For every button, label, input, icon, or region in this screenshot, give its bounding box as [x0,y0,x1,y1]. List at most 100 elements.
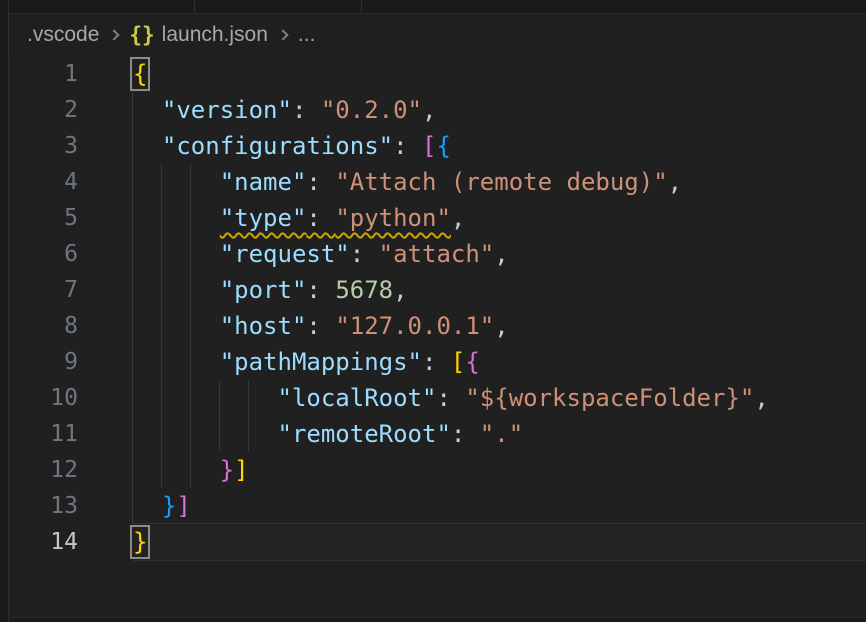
line-content[interactable]: "version": "0.2.0", [133,92,866,128]
code-token: : [306,312,335,340]
code-token: [ [422,132,436,160]
line-content[interactable]: "name": "Attach (remote debug)", [133,164,866,200]
code-line-11[interactable]: 11 "remoteRoot": "." [0,416,866,452]
code-token: , [451,204,465,232]
code-token [133,492,162,520]
code-line-6[interactable]: 6 "request": "attach", [0,236,866,272]
breadcrumb-item-vscode[interactable]: .vscode [27,23,99,47]
code-token: , [668,168,682,196]
line-number[interactable]: 3 [0,128,78,164]
editor[interactable]: 1{2 "version": "0.2.0",3 "configurations… [0,56,866,560]
indent-guide [132,164,133,200]
indent-guide [219,416,220,452]
code-token [133,204,220,232]
code-line-14[interactable]: 14} [0,524,866,560]
line-content[interactable]: "host": "127.0.0.1", [133,308,866,344]
code-token: "pathMappings" [220,348,422,376]
code-token: , [422,96,436,124]
code-token: , [393,276,407,304]
code-line-12[interactable]: 12 }] [0,452,866,488]
indent-guide [132,272,133,308]
line-content[interactable]: } [133,524,866,560]
code-line-10[interactable]: 10 "localRoot": "${workspaceFolder}", [0,380,866,416]
code-token: , [754,384,768,412]
line-number[interactable]: 4 [0,164,78,200]
code-token: { [465,348,479,376]
line-number[interactable]: 9 [0,344,78,380]
indent-guide [161,308,162,344]
line-content[interactable]: "port": 5678, [133,272,866,308]
line-number[interactable]: 6 [0,236,78,272]
code-line-9[interactable]: 9 "pathMappings": [{ [0,344,866,380]
line-number[interactable]: 13 [0,488,78,524]
line-content[interactable]: "request": "attach", [133,236,866,272]
chevron-right-icon [277,29,288,40]
code-token: : [451,420,480,448]
line-number[interactable]: 1 [0,56,78,92]
code-token: 5678 [335,276,393,304]
code-token: "request" [220,240,350,268]
code-token [133,456,220,484]
code-token: : [306,168,335,196]
code-line-2[interactable]: 2 "version": "0.2.0", [0,92,866,128]
indent-guide [190,236,191,272]
line-number[interactable]: 14 [0,524,78,560]
indent-guide [132,200,133,236]
code-token: ] [176,492,190,520]
line-content[interactable]: { [133,56,866,92]
code-line-8[interactable]: 8 "host": "127.0.0.1", [0,308,866,344]
line-content[interactable]: }] [133,488,866,524]
breadcrumb-item-symbols[interactable]: ... [298,23,316,47]
code-line-1[interactable]: 1{ [0,56,866,92]
line-number[interactable]: 10 [0,380,78,416]
indent-guide [161,164,162,200]
code-token [133,96,162,124]
line-number[interactable]: 5 [0,200,78,236]
code-token: "remoteRoot" [278,420,451,448]
code-token: : [350,240,379,268]
line-number[interactable]: 12 [0,452,78,488]
code-token: "host" [220,312,307,340]
line-number[interactable]: 11 [0,416,78,452]
code-line-5[interactable]: 5 "type": "python", [0,200,866,236]
line-content[interactable]: "pathMappings": [{ [133,344,866,380]
tab-separator [194,0,195,13]
window-bottom-edge [0,617,866,622]
line-content[interactable]: "localRoot": "${workspaceFolder}", [133,380,866,416]
line-number[interactable]: 7 [0,272,78,308]
line-number[interactable]: 8 [0,308,78,344]
code-token: "0.2.0" [321,96,422,124]
code-line-13[interactable]: 13 }] [0,488,866,524]
tab-bar[interactable] [0,0,866,14]
indent-guide [219,380,220,416]
indent-guide [190,452,191,488]
code-token [133,132,162,160]
indent-guide [132,488,133,524]
line-content[interactable]: "remoteRoot": "." [133,416,866,452]
code-token: : [436,384,465,412]
indent-guide [132,92,133,128]
indent-guide [248,380,249,416]
line-number[interactable]: 2 [0,92,78,128]
code-token: "configurations" [162,132,393,160]
indent-guide [190,344,191,380]
breadcrumb: .vscode {} launch.json ... [0,14,866,56]
code-token: : [393,132,422,160]
line-content[interactable]: "type": "python", [133,200,866,236]
code-line-3[interactable]: 3 "configurations": [{ [0,128,866,164]
indent-guide [132,380,133,416]
code-token: "Attach (remote debug)" [335,168,667,196]
code-token: [ [451,348,465,376]
code-token [133,240,220,268]
line-content[interactable]: "configurations": [{ [133,128,866,164]
code-line-7[interactable]: 7 "port": 5678, [0,272,866,308]
chevron-right-icon [109,29,120,40]
code-token: "name" [220,168,307,196]
indent-guide [132,416,133,452]
code-line-4[interactable]: 4 "name": "Attach (remote debug)", [0,164,866,200]
indent-guide [190,164,191,200]
breadcrumb-item-launch-json[interactable]: {} launch.json [129,23,268,47]
line-content[interactable]: }] [133,452,866,488]
indent-guide [248,416,249,452]
indent-guide [190,272,191,308]
